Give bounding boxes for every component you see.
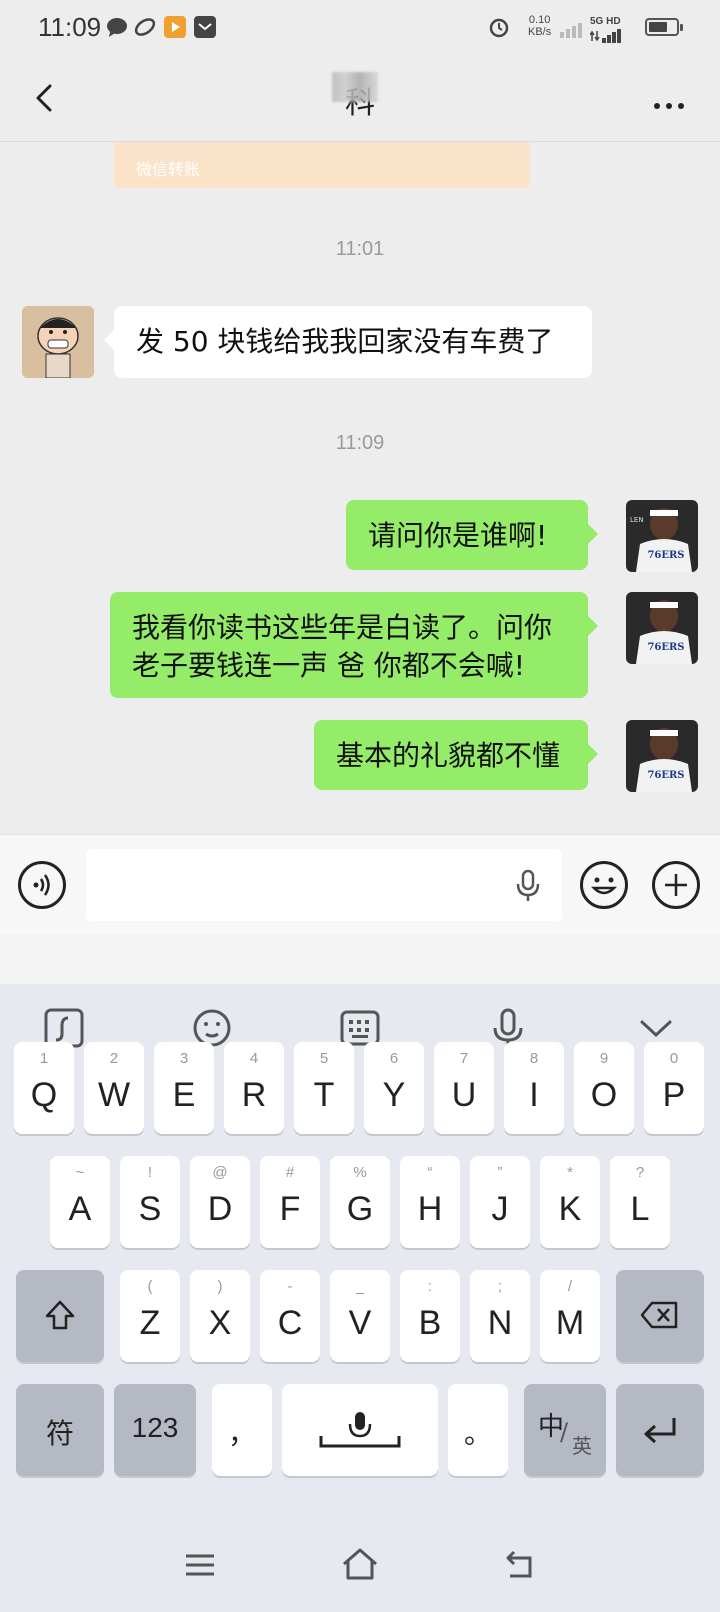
message-line: 老子要钱连一声 爸 你都不会喊! [132, 649, 526, 682]
language-switch-key[interactable]: 中 / 英 [524, 1384, 606, 1476]
enter-icon [616, 1412, 704, 1450]
backspace-icon [616, 1298, 704, 1336]
key-v[interactable]: _ V [330, 1270, 390, 1362]
message-list[interactable]: 微信转账 11:01 发 50 块钱给我我回家没有车费了 11:09 请问你是谁… [0, 142, 720, 834]
my-avatar[interactable]: 76ERS [626, 592, 698, 664]
key-a[interactable]: ~ A [50, 1156, 110, 1248]
key-z[interactable]: (Z [120, 1270, 180, 1362]
key-q[interactable]: 1Q [14, 1042, 74, 1134]
key-l[interactable]: ? L [610, 1156, 670, 1248]
key-p[interactable]: 0P [644, 1042, 704, 1134]
key-t[interactable]: 5T [294, 1042, 354, 1134]
status-bar: 11:09 0.10 KB/s 5G HD [0, 0, 720, 56]
mail-icon [194, 16, 216, 38]
key-d[interactable]: @ D [190, 1156, 250, 1248]
key-w[interactable]: 2W [84, 1042, 144, 1134]
system-nav-bar [0, 1528, 720, 1612]
contact-avatar[interactable] [22, 306, 94, 378]
svg-text:76ERS: 76ERS [647, 550, 684, 561]
shift-key[interactable] [16, 1270, 104, 1362]
back-nav-icon[interactable] [500, 1548, 538, 1586]
key-o[interactable]: 9O [574, 1042, 634, 1134]
timestamp: 11:01 [335, 238, 385, 260]
video-app-icon [164, 16, 186, 38]
key-k[interactable]: * K [540, 1156, 600, 1248]
microphone-icon [282, 1410, 438, 1454]
key-s[interactable]: ! S [120, 1156, 180, 1248]
key-g[interactable]: % G [330, 1156, 390, 1248]
comma-key[interactable]: ， [212, 1384, 272, 1476]
alarm-icon [488, 16, 510, 38]
keyboard-gap [0, 934, 720, 984]
transfer-label: 微信转账 [136, 160, 201, 179]
message-sent[interactable]: 我看你读书这些年是白读了。问你 老子要钱连一声 爸 你都不会喊! [110, 592, 598, 698]
menu-icon[interactable] [182, 1550, 218, 1584]
key-r[interactable]: 4R [224, 1042, 284, 1134]
status-time: 11:09 [38, 12, 102, 42]
message-sent[interactable]: 基本的礼貌都不懂 [314, 720, 598, 790]
svg-text:76ERS: 76ERS [647, 642, 684, 653]
voice-icon[interactable] [18, 861, 66, 909]
home-icon[interactable] [340, 1546, 380, 1586]
space-key[interactable] [282, 1384, 438, 1476]
plus-icon[interactable] [652, 861, 700, 909]
battery-icon [645, 18, 683, 36]
chat-header: 科 [0, 56, 720, 142]
message-received[interactable]: 发 50 块钱给我我回家没有车费了 [104, 306, 592, 378]
key-h[interactable]: “H [400, 1156, 460, 1248]
timestamp: 11:09 [335, 432, 385, 454]
key-j[interactable]: ” J [470, 1156, 530, 1248]
key-n[interactable]: ; N [470, 1270, 530, 1362]
transfer-card[interactable]: 微信转账 [114, 142, 530, 188]
input-bar [0, 834, 720, 934]
numbers-key[interactable]: 123 [114, 1384, 196, 1476]
key-u[interactable]: 7U [434, 1042, 494, 1134]
microphone-icon[interactable] [514, 869, 542, 907]
shift-icon [16, 1298, 104, 1336]
key-c[interactable]: -C [260, 1270, 320, 1362]
signal-weak-icon [560, 20, 584, 42]
symbols-key[interactable]: 符 [16, 1384, 104, 1476]
message-input[interactable] [86, 849, 562, 921]
net-speed-value: 0.10 [528, 14, 551, 26]
key-m[interactable]: / M [540, 1270, 600, 1362]
my-avatar[interactable]: 76ERS LEN [626, 500, 698, 572]
key-x[interactable]: ) X [190, 1270, 250, 1362]
signal-icon [589, 28, 624, 43]
key-i[interactable]: 8I [504, 1042, 564, 1134]
net-speed-unit: KB/s [528, 26, 552, 38]
key-b[interactable]: :B [400, 1270, 460, 1362]
key-y[interactable]: 6Y [364, 1042, 424, 1134]
app-icon [134, 16, 156, 38]
chat-bubble-icon [106, 16, 128, 38]
backspace-key[interactable] [616, 1270, 704, 1362]
message-sent[interactable]: 请问你是谁啊! [346, 500, 598, 570]
key-e[interactable]: 3E [154, 1042, 214, 1134]
message-line: 我看你读书这些年是白读了。问你 [132, 611, 553, 644]
net-speed: 0.10 KB/s [528, 14, 551, 38]
censored-name-blur [332, 72, 378, 102]
enter-key[interactable] [616, 1384, 704, 1476]
more-icon[interactable] [652, 84, 686, 119]
emoji-icon[interactable] [580, 861, 628, 909]
svg-text:76ERS: 76ERS [647, 770, 684, 781]
period-key[interactable]: 。 [448, 1384, 508, 1476]
keyboard: 1Q 2W 3E 4R 5T 6Y 7U 8I 9O 0P ~ A ! S @ D #… [0, 984, 720, 1612]
svg-text:LEN: LEN [630, 516, 644, 524]
my-avatar[interactable]: 76ERS [626, 720, 698, 792]
key-f[interactable]: # F [260, 1156, 320, 1248]
network-label: 5G HD [590, 16, 621, 27]
